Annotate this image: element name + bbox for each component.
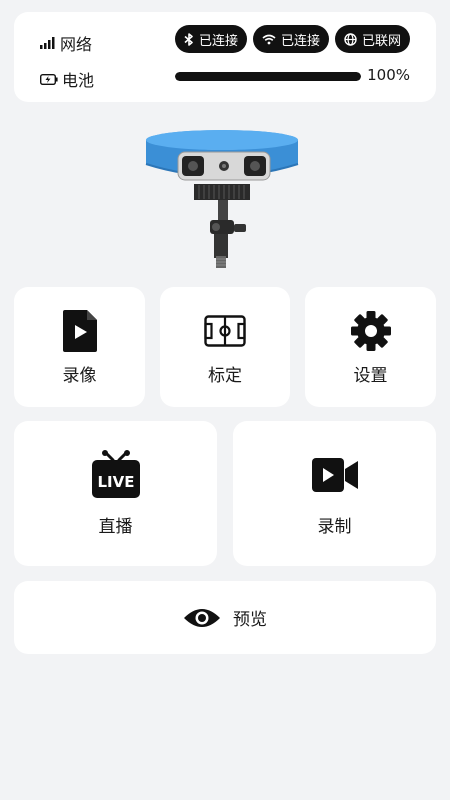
network-row: 网络 — [40, 31, 92, 55]
record-label: 录制 — [317, 517, 352, 537]
battery-icon — [40, 73, 58, 85]
settings-label: 设置 — [353, 365, 388, 386]
record-button[interactable]: 录制 — [233, 421, 436, 566]
battery-level-bar — [175, 72, 361, 81]
live-stream-button[interactable]: LIVE 直播 — [14, 421, 217, 566]
wifi-status-text: 已连接 — [280, 33, 320, 49]
settings-button[interactable]: 设置 — [305, 287, 436, 407]
eye-icon — [183, 607, 221, 629]
live-stream-label: 直播 — [98, 517, 133, 537]
video-camera-icon — [311, 450, 358, 500]
network-label: 网络 — [60, 35, 93, 54]
svg-text:LIVE: LIVE — [97, 473, 134, 491]
status-card: 网络 已连接 已连接 已联网 电池 100% — [14, 12, 436, 102]
video-file-icon — [62, 309, 97, 353]
battery-level-fill — [175, 72, 361, 81]
bluetooth-status-text: 已连接 — [198, 33, 238, 49]
wifi-status-pill[interactable]: 已连接 — [252, 25, 329, 53]
wifi-icon — [262, 34, 276, 45]
internet-status-text: 已联网 — [361, 33, 401, 49]
battery-row: 电池 — [40, 67, 94, 91]
gear-icon — [350, 309, 392, 353]
bluetooth-icon — [184, 32, 194, 46]
battery-percentage: 100% — [367, 66, 410, 84]
record-video-button[interactable]: 录像 — [14, 287, 145, 407]
calibrate-label: 标定 — [208, 365, 242, 386]
globe-icon — [344, 32, 357, 46]
calibrate-button[interactable]: 标定 — [160, 287, 290, 407]
internet-status-pill[interactable]: 已联网 — [334, 25, 410, 53]
preview-button[interactable]: 预览 — [14, 581, 436, 654]
preview-label: 预览 — [233, 610, 267, 630]
battery-label: 电池 — [62, 71, 95, 90]
connection-pills: 已连接 已连接 已联网 — [174, 25, 410, 53]
live-tv-icon: LIVE — [91, 450, 141, 500]
signal-icon — [40, 37, 56, 49]
record-video-label: 录像 — [62, 365, 97, 386]
field-pitch-icon — [204, 309, 246, 353]
bluetooth-status-pill[interactable]: 已连接 — [174, 25, 247, 53]
device-image — [144, 128, 310, 270]
